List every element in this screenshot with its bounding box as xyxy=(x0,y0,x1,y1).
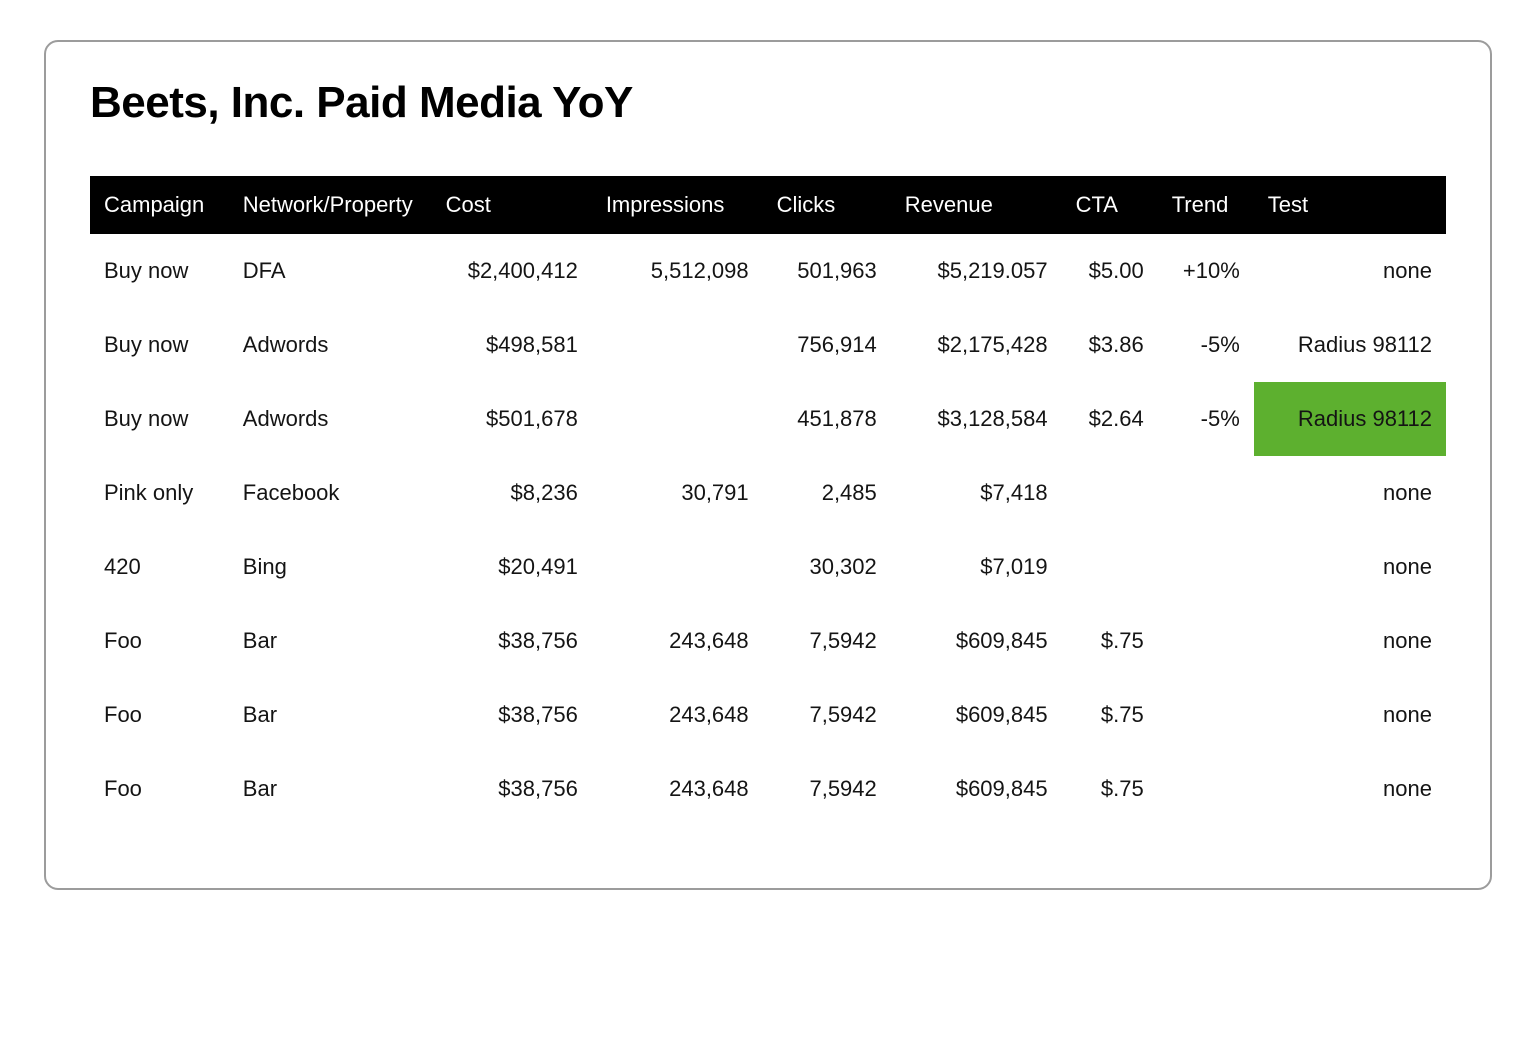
cell-network: Bing xyxy=(229,530,432,604)
cell-network: Bar xyxy=(229,752,432,826)
cell-cta: $.75 xyxy=(1062,604,1158,678)
cell-network: Bar xyxy=(229,604,432,678)
col-revenue: Revenue xyxy=(891,176,1062,234)
cell-cost: $8,236 xyxy=(432,456,592,530)
cell-impressions: 243,648 xyxy=(592,752,763,826)
cell-clicks: 7,5942 xyxy=(763,752,891,826)
cell-trend xyxy=(1158,604,1254,678)
cell-cost: $20,491 xyxy=(432,530,592,604)
cell-clicks: 7,5942 xyxy=(763,678,891,752)
cell-cost: $2,400,412 xyxy=(432,234,592,308)
cell-cta: $5.00 xyxy=(1062,234,1158,308)
cell-campaign: Buy now xyxy=(90,308,229,382)
cell-revenue: $609,845 xyxy=(891,678,1062,752)
cell-revenue: $7,019 xyxy=(891,530,1062,604)
cell-cta: $3.86 xyxy=(1062,308,1158,382)
cell-campaign: Buy now xyxy=(90,234,229,308)
cell-network: Facebook xyxy=(229,456,432,530)
cell-network: Adwords xyxy=(229,308,432,382)
cell-trend xyxy=(1158,678,1254,752)
cell-clicks: 30,302 xyxy=(763,530,891,604)
table-row: 420Bing$20,491 30,302$7,019 none xyxy=(90,530,1446,604)
cell-cost: $38,756 xyxy=(432,752,592,826)
table-row: FooBar$38,756243,6487,5942$609,845$.75 no… xyxy=(90,752,1446,826)
table-row: Buy nowDFA$2,400,4125,512,098501,963$5,2… xyxy=(90,234,1446,308)
cell-campaign: Foo xyxy=(90,604,229,678)
cell-cta: $2.64 xyxy=(1062,382,1158,456)
cell-test: none xyxy=(1254,752,1446,826)
cell-network: Adwords xyxy=(229,382,432,456)
cell-clicks: 501,963 xyxy=(763,234,891,308)
cell-impressions: 243,648 xyxy=(592,678,763,752)
cell-campaign: Foo xyxy=(90,678,229,752)
col-campaign: Campaign xyxy=(90,176,229,234)
cell-cost: $501,678 xyxy=(432,382,592,456)
cell-cta xyxy=(1062,530,1158,604)
cell-campaign: 420 xyxy=(90,530,229,604)
cell-campaign: Buy now xyxy=(90,382,229,456)
cell-cta: $.75 xyxy=(1062,752,1158,826)
cell-trend xyxy=(1158,530,1254,604)
table-row: Buy nowAdwords$501,678 451,878$3,128,584$… xyxy=(90,382,1446,456)
cell-impressions: 243,648 xyxy=(592,604,763,678)
cell-test: none xyxy=(1254,234,1446,308)
col-clicks: Clicks xyxy=(763,176,891,234)
col-network: Network/Property xyxy=(229,176,432,234)
cell-test: Radius 98112 xyxy=(1254,382,1446,456)
cell-clicks: 451,878 xyxy=(763,382,891,456)
cell-trend: -5% xyxy=(1158,382,1254,456)
table-row: Buy nowAdwords$498,581 756,914$2,175,428$… xyxy=(90,308,1446,382)
cell-trend xyxy=(1158,456,1254,530)
cell-trend: -5% xyxy=(1158,308,1254,382)
cell-trend xyxy=(1158,752,1254,826)
cell-impressions xyxy=(592,530,763,604)
cell-test: none xyxy=(1254,604,1446,678)
col-test: Test xyxy=(1254,176,1446,234)
cell-revenue: $609,845 xyxy=(891,604,1062,678)
cell-revenue: $5,219.057 xyxy=(891,234,1062,308)
table-row: Pink onlyFacebook$8,23630,7912,485$7,418… xyxy=(90,456,1446,530)
col-impressions: Impressions xyxy=(592,176,763,234)
cell-revenue: $3,128,584 xyxy=(891,382,1062,456)
cell-revenue: $609,845 xyxy=(891,752,1062,826)
cell-network: Bar xyxy=(229,678,432,752)
table-row: FooBar$38,756243,6487,5942$609,845$.75 no… xyxy=(90,604,1446,678)
cell-revenue: $7,418 xyxy=(891,456,1062,530)
page-title: Beets, Inc. Paid Media YoY xyxy=(90,78,1446,128)
cell-cost: $498,581 xyxy=(432,308,592,382)
report-card: Beets, Inc. Paid Media YoY Campaign Netw… xyxy=(44,40,1492,890)
cell-campaign: Foo xyxy=(90,752,229,826)
col-trend: Trend xyxy=(1158,176,1254,234)
cell-revenue: $2,175,428 xyxy=(891,308,1062,382)
cell-test: none xyxy=(1254,530,1446,604)
cell-impressions xyxy=(592,308,763,382)
table-header-row: Campaign Network/Property Cost Impressio… xyxy=(90,176,1446,234)
cell-clicks: 756,914 xyxy=(763,308,891,382)
cell-cta: $.75 xyxy=(1062,678,1158,752)
table-body: Buy nowDFA$2,400,4125,512,098501,963$5,2… xyxy=(90,234,1446,826)
cell-cost: $38,756 xyxy=(432,678,592,752)
cell-impressions: 5,512,098 xyxy=(592,234,763,308)
cell-cta xyxy=(1062,456,1158,530)
cell-clicks: 7,5942 xyxy=(763,604,891,678)
col-cta: CTA xyxy=(1062,176,1158,234)
cell-test: none xyxy=(1254,678,1446,752)
cell-campaign: Pink only xyxy=(90,456,229,530)
cell-trend: +10% xyxy=(1158,234,1254,308)
cell-impressions: 30,791 xyxy=(592,456,763,530)
media-table: Campaign Network/Property Cost Impressio… xyxy=(90,176,1446,826)
cell-clicks: 2,485 xyxy=(763,456,891,530)
cell-test: Radius 98112 xyxy=(1254,308,1446,382)
col-cost: Cost xyxy=(432,176,592,234)
cell-impressions xyxy=(592,382,763,456)
cell-test: none xyxy=(1254,456,1446,530)
cell-cost: $38,756 xyxy=(432,604,592,678)
cell-network: DFA xyxy=(229,234,432,308)
table-row: FooBar$38,756243,6487,5942$609,845$.75 no… xyxy=(90,678,1446,752)
